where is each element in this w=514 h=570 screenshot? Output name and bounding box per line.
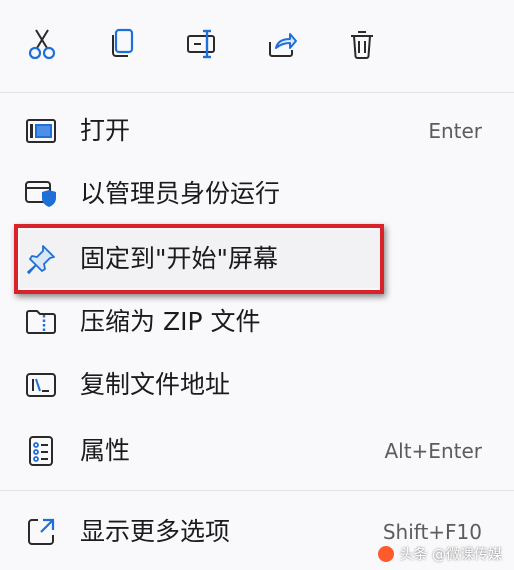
share-button[interactable] xyxy=(262,24,302,64)
scissors-icon xyxy=(28,29,56,60)
context-menu-toolbar xyxy=(0,0,514,92)
zip-folder-icon xyxy=(26,310,56,334)
rename-icon xyxy=(187,29,215,59)
properties-icon xyxy=(29,436,53,466)
menu-item-label: 显示更多选项 xyxy=(80,517,231,546)
menu-item-shortcut: Enter xyxy=(428,119,482,143)
toolbar-divider xyxy=(0,92,514,93)
watermark-text: 头条 @微课传媒 xyxy=(399,547,502,563)
share-icon xyxy=(269,33,297,57)
more-options-divider xyxy=(0,490,514,491)
copy-icon xyxy=(112,28,134,57)
menu-item-open[interactable]: 打开 Enter xyxy=(0,104,514,158)
rename-button[interactable] xyxy=(182,24,222,64)
copy-path-icon xyxy=(26,373,56,397)
menu-item-label: 复制文件地址 xyxy=(80,370,231,399)
admin-shield-icon xyxy=(25,181,56,207)
menu-item-label: 以管理员身份运行 xyxy=(80,179,281,208)
delete-button[interactable] xyxy=(342,24,382,64)
copy-button[interactable] xyxy=(102,24,142,64)
menu-item-shortcut: Alt+Enter xyxy=(384,439,482,463)
open-external-icon xyxy=(28,518,55,545)
menu-item-label: 打开 xyxy=(80,116,131,145)
menu-item-copy-path[interactable]: 复制文件地址 xyxy=(0,358,514,412)
menu-item-properties[interactable]: 属性 Alt+Enter xyxy=(0,424,514,478)
watermark: 头条 @微课传媒 xyxy=(377,542,502,566)
context-menu: 打开 Enter 以管理员身份运行 固定到"开始"屏幕 压缩为 ZIP 文件 复… xyxy=(0,0,514,570)
annotation-highlight-box xyxy=(14,224,384,294)
menu-item-label: 属性 xyxy=(80,436,131,465)
menu-item-compress-zip[interactable]: 压缩为 ZIP 文件 xyxy=(0,295,514,349)
watermark-logo-icon xyxy=(377,546,394,562)
trash-icon xyxy=(351,31,373,59)
cut-button[interactable] xyxy=(22,24,62,64)
open-app-icon xyxy=(26,119,56,143)
menu-item-label: 压缩为 ZIP 文件 xyxy=(80,307,261,336)
menu-item-run-as-admin[interactable]: 以管理员身份运行 xyxy=(0,167,514,221)
